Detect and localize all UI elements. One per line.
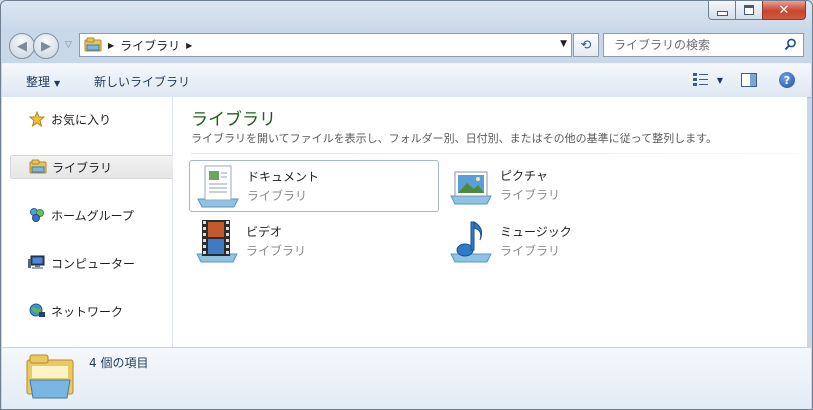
library-tile-name: ピクチャ (500, 169, 548, 183)
breadcrumb-libraries[interactable]: ライブラリ (120, 37, 180, 54)
search-icon[interactable] (784, 38, 797, 51)
back-arrow-icon: ◀ (17, 38, 27, 54)
library-tile-type: ライブラリ (246, 244, 307, 258)
maximize-icon (744, 5, 754, 15)
network-icon (28, 303, 46, 319)
address-history-dropdown[interactable]: ▼ (560, 39, 567, 49)
library-icon (29, 159, 47, 175)
change-view-button[interactable]: ▼ (692, 73, 723, 87)
view-icon (692, 73, 708, 86)
library-tile-name: ドキュメント (247, 170, 320, 184)
back-button[interactable]: ◀ (9, 33, 35, 59)
minimize-icon (716, 10, 728, 16)
breadcrumb-separator-icon[interactable]: ▶ (108, 41, 114, 50)
library-tile-music[interactable]: ミュージック ライブラリ (443, 216, 691, 266)
sidebar-item-label: コンピューター (51, 256, 136, 271)
sidebar-item-label: ホームグループ (51, 208, 134, 223)
close-icon: ✕ (778, 2, 790, 18)
organize-button[interactable]: 整理 ▼ (26, 73, 60, 90)
navigation-pane: お気に入り ライブラリ ホームグループ コンピューター ネットワーク (2, 97, 174, 347)
music-icon (450, 221, 492, 263)
search-input[interactable] (612, 37, 776, 53)
preview-pane-button[interactable] (741, 73, 757, 90)
sidebar-item-favorites[interactable]: お気に入り (10, 108, 172, 130)
sidebar-item-homegroup[interactable]: ホームグループ (10, 204, 172, 226)
pictures-icon (450, 171, 492, 205)
library-tile-videos[interactable]: ビデオ ライブラリ (189, 216, 437, 266)
documents-icon (197, 165, 239, 208)
maximize-button[interactable] (735, 1, 762, 20)
sidebar-item-computer[interactable]: コンピューター (10, 252, 172, 274)
star-icon (28, 111, 46, 127)
library-tile-type: ライブラリ (500, 188, 561, 202)
library-tile-documents[interactable]: ドキュメント ライブラリ (189, 160, 439, 212)
view-dropdown-icon: ▼ (716, 75, 723, 85)
help-icon: ? (783, 73, 791, 87)
recent-pages-dropdown[interactable]: ▽ (65, 40, 72, 50)
refresh-icon: ⟲ (580, 37, 592, 53)
sidebar-item-network[interactable]: ネットワーク (10, 300, 172, 322)
back-forward-group: ◀ ▶ (9, 33, 59, 59)
content-area: ライブラリ ライブラリを開いてファイルを表示し、フォルダー別、日付別、またはその… (173, 97, 807, 347)
search-box[interactable] (603, 33, 804, 57)
sidebar-item-label: ネットワーク (51, 304, 124, 319)
close-button[interactable]: ✕ (762, 1, 806, 20)
page-title: ライブラリ (191, 110, 276, 130)
preview-pane-icon (741, 73, 757, 87)
library-icon (84, 37, 102, 52)
organize-dropdown-icon: ▼ (54, 79, 61, 88)
library-icon (26, 354, 74, 399)
page-description: ライブラリを開いてファイルを表示し、フォルダー別、日付別、またはその他の基準に従… (191, 132, 718, 145)
breadcrumb-expand-icon[interactable]: ▶ (186, 41, 192, 50)
sidebar-item-libraries[interactable]: ライブラリ (10, 155, 174, 179)
library-tile-name: ビデオ (246, 225, 283, 239)
videos-icon (196, 220, 238, 263)
sidebar-item-label: お気に入り (51, 112, 112, 127)
forward-button[interactable]: ▶ (33, 33, 59, 59)
library-tile-pictures[interactable]: ピクチャ ライブラリ (443, 160, 691, 210)
new-library-label: 新しいライブラリ (94, 75, 191, 89)
computer-icon (28, 255, 46, 271)
refresh-button[interactable]: ⟲ (573, 33, 599, 57)
command-bar: 整理 ▼ 新しいライブラリ ▼ ? (2, 63, 811, 98)
caption-buttons: ✕ (708, 1, 806, 20)
item-count: 4 個の項目 (89, 356, 149, 370)
library-tile-type: ライブラリ (247, 189, 308, 203)
homegroup-icon (28, 207, 46, 223)
sidebar-item-label: ライブラリ (52, 160, 113, 175)
forward-arrow-icon: ▶ (41, 38, 51, 54)
library-tile-type: ライブラリ (500, 244, 561, 258)
navigation-bar: ◀ ▶ ▽ ▶ ライブラリ ▶ ▼ ⟲ (7, 31, 806, 59)
explorer-window: ✕ ◀ ▶ ▽ ▶ ライブラリ ▶ ▼ ⟲ ライブラリの検索 整理 ▼ 新しいラ… (0, 0, 813, 410)
details-pane: 4 個の項目 (2, 347, 811, 409)
help-button[interactable]: ? (779, 72, 795, 88)
library-tile-name: ミュージック (500, 225, 572, 239)
content-divider (191, 153, 801, 154)
address-bar[interactable]: ▶ ライブラリ ▶ ▼ (79, 33, 572, 57)
minimize-button[interactable] (708, 1, 735, 20)
new-library-button[interactable]: 新しいライブラリ (94, 73, 190, 90)
organize-label: 整理 (26, 75, 51, 89)
